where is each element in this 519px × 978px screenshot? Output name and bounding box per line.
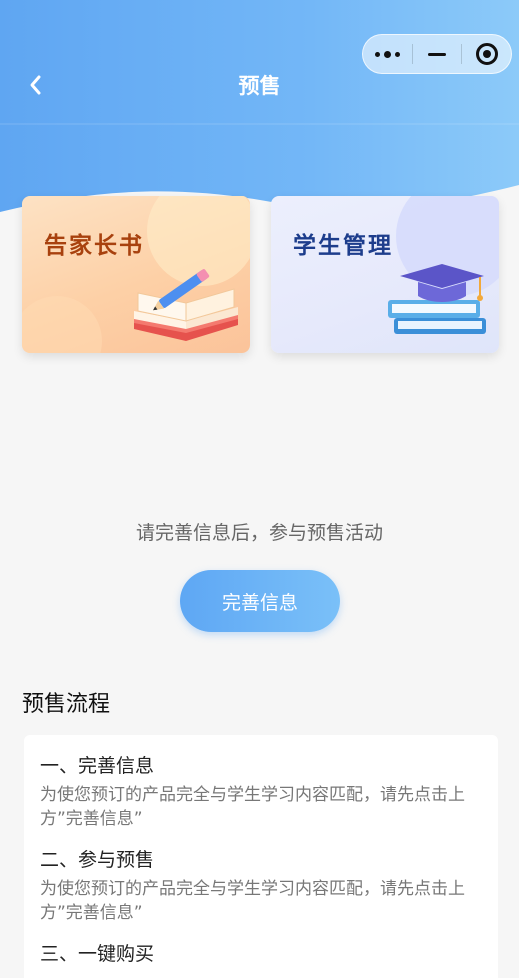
graduation-books-icon <box>388 264 486 334</box>
process-step: 一、完善信息 为使您预订的产品完全与学生学习内容匹配，请先点击上方”完善信息” <box>40 753 482 831</box>
card-title: 学生管理 <box>293 233 393 259</box>
step-title: 三、一键购买 <box>40 943 155 965</box>
step-title: 二、参与预售 <box>40 849 155 871</box>
process-card: 一、完善信息 为使您预订的产品完全与学生学习内容匹配，请先点击上方”完善信息” … <box>24 735 498 978</box>
decor-bubble <box>22 296 102 353</box>
book-pencil-icon <box>134 269 238 341</box>
process-step: 二、参与预售 为使您预订的产品完全与学生学习内容匹配，请先点击上方”完善信息” <box>40 847 482 925</box>
step-title: 一、完善信息 <box>40 755 155 777</box>
page-title: 预售 <box>238 74 281 98</box>
process-step: 三、一键购买 <box>40 941 482 967</box>
info-prompt: 请完善信息后，参与预售活动 <box>135 522 383 544</box>
step-description: 为使您预订的产品完全与学生学习内容匹配，请先点击上方”完善信息” <box>40 879 465 923</box>
student-management-card[interactable]: 学生管理 <box>271 196 499 353</box>
navigation-bar: 预售 <box>0 55 519 115</box>
card-title: 告家长书 <box>44 233 144 259</box>
process-section-title: 预售流程 <box>22 692 111 717</box>
parent-letter-card[interactable]: 告家长书 <box>22 196 250 353</box>
complete-info-button[interactable]: 完善信息 <box>180 570 340 632</box>
step-description: 为使您预订的产品完全与学生学习内容匹配，请先点击上方”完善信息” <box>40 785 465 829</box>
